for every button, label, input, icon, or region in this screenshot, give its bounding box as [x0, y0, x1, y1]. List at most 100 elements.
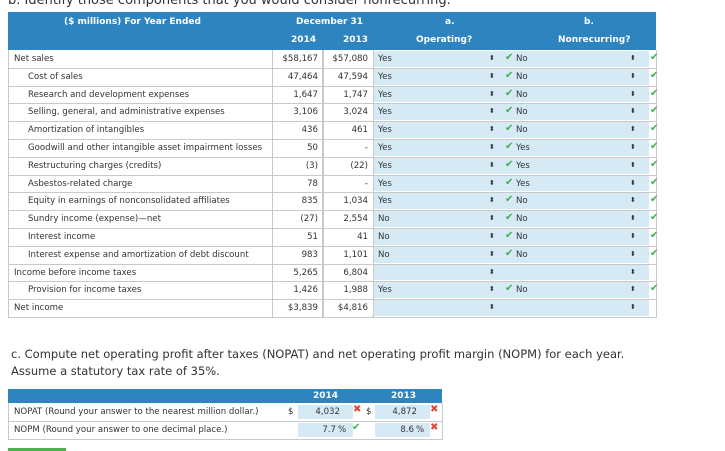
- correct-check-icon: ✔: [505, 176, 514, 188]
- correct-check-icon: ✔: [505, 141, 514, 152]
- nonrecurring-select[interactable]: [503, 264, 649, 281]
- row-label: Net sales: [14, 54, 54, 64]
- select-arrows-icon: ⬍: [630, 285, 636, 294]
- value-2014: 1,426: [293, 285, 318, 296]
- select-arrows-icon: ⬍: [489, 214, 495, 223]
- value-2013: $4,816: [337, 303, 368, 314]
- select-arrows-icon: ⬍: [489, 89, 495, 98]
- operating-select[interactable]: [374, 104, 503, 121]
- operating-select[interactable]: [374, 193, 503, 210]
- row-label: Sundry income (expense)—net: [28, 214, 161, 225]
- row-label: Asbestos-related charge: [28, 178, 133, 189]
- select-arrows-icon: ⬍: [489, 285, 495, 294]
- value-2013: 461: [351, 125, 368, 136]
- select-arrows-icon: ⬍: [489, 125, 495, 134]
- operating-select[interactable]: [374, 86, 503, 103]
- operating-select[interactable]: [374, 264, 503, 281]
- operating-select[interactable]: [374, 175, 503, 192]
- operating-select[interactable]: [374, 122, 503, 138]
- nopm-2014-pct: %: [338, 425, 347, 435]
- row-label: Net income: [14, 303, 64, 314]
- nonrecurring-value: No: [516, 71, 528, 82]
- select-arrows-icon: ⬍: [489, 249, 495, 258]
- correct-check-icon: ✔: [650, 194, 659, 206]
- operating-select[interactable]: [374, 140, 503, 156]
- value-2014: 983: [301, 249, 318, 260]
- correct-check-icon: ✔: [505, 212, 514, 224]
- operating-select[interactable]: [374, 300, 503, 316]
- select-arrows-icon: ⬍: [489, 54, 495, 62]
- value-2013: -: [364, 143, 368, 153]
- row-label: Interest income: [28, 232, 96, 242]
- correct-check-icon: ✔: [505, 87, 514, 99]
- correct-check-icon: ✔: [650, 123, 659, 135]
- value-2013: -: [364, 178, 368, 189]
- row-label: Amortization of intangibles: [28, 125, 145, 136]
- row-label: Provision for income taxes: [28, 285, 142, 296]
- correct-check-icon: ✔: [505, 283, 514, 295]
- select-arrows-icon: ⬍: [630, 125, 636, 134]
- value-2014: 78: [307, 178, 318, 189]
- operating-value: Yes: [378, 196, 392, 207]
- value-2014: 5,265: [293, 267, 318, 278]
- header-col-label: ($ millions) For Year Ended: [64, 17, 201, 27]
- correct-check-icon: ✔: [650, 247, 659, 259]
- operating-select[interactable]: [374, 211, 503, 227]
- nopat-2014-x-icon: ✖: [353, 404, 362, 415]
- operating-select[interactable]: [374, 282, 503, 299]
- header-col-b: b.: [584, 17, 594, 27]
- row-label: Equity in earnings of nonconsolidated af…: [28, 196, 230, 207]
- operating-select[interactable]: [374, 157, 503, 174]
- correct-check-icon: ✔: [505, 123, 514, 135]
- net-income-underline: [272, 316, 373, 318]
- correct-check-icon: ✔: [505, 230, 514, 241]
- nopm-2014-value: 7.7: [322, 425, 336, 435]
- value-2013: 47,594: [337, 71, 368, 82]
- nonrecurring-value: No: [516, 249, 528, 260]
- operating-select[interactable]: [374, 246, 503, 263]
- select-arrows-icon: ⬍: [630, 89, 636, 98]
- correct-check-icon: ✔: [650, 141, 659, 152]
- header-year2: 2013: [343, 35, 369, 45]
- nopat-2013-value: 4,872: [392, 407, 417, 417]
- select-arrows-icon: ⬍: [489, 107, 495, 116]
- value-2014: $58,167: [282, 54, 318, 64]
- select-arrows-icon: ⬍: [489, 178, 495, 187]
- value-2013: 2,554: [343, 214, 368, 225]
- select-arrows-icon: ⬍: [630, 249, 636, 258]
- nonrecurring-value: No: [516, 54, 528, 64]
- value-2013: 1,747: [343, 89, 368, 100]
- operating-value: Yes: [378, 89, 392, 100]
- value-2013: 6,804: [343, 267, 368, 278]
- correct-check-icon: ✔: [650, 212, 659, 224]
- operating-value: Yes: [378, 54, 392, 64]
- value-2013: 41: [357, 232, 368, 242]
- value-2014: (27): [300, 214, 318, 225]
- value-2014: 1,647: [293, 89, 318, 100]
- operating-select[interactable]: [374, 51, 503, 67]
- nopat-2013-x-icon: ✖: [430, 404, 439, 415]
- operating-value: No: [378, 249, 390, 260]
- nonrecurring-select[interactable]: [503, 300, 649, 316]
- correct-check-icon: ✔: [650, 105, 659, 117]
- operating-select[interactable]: [374, 229, 503, 245]
- operating-value: Yes: [378, 285, 392, 296]
- row-label: Restructuring charges (credits): [28, 160, 162, 171]
- correct-check-icon: ✔: [505, 247, 514, 259]
- correct-check-icon: ✔: [650, 69, 659, 81]
- nonrecurring-value: No: [516, 196, 528, 207]
- value-2013: 3,024: [343, 107, 368, 118]
- header-year1: 2014: [291, 35, 317, 45]
- value-2014: 436: [301, 125, 318, 136]
- table-header: ($ millions) For Year Ended December 31 …: [8, 12, 656, 50]
- nopat-dollar-2013: $: [366, 407, 372, 417]
- select-arrows-icon: ⬍: [489, 196, 495, 205]
- operating-select[interactable]: [374, 68, 503, 85]
- select-arrows-icon: ⬍: [489, 71, 495, 80]
- nopat-2014-value: 4,032: [315, 407, 340, 417]
- header-period: December 31: [296, 17, 364, 27]
- nopm-2013-x-icon: ✖: [430, 422, 439, 433]
- nonrecurring-value: Yes: [516, 178, 530, 189]
- header-col-a-sub: Operating?: [416, 35, 473, 45]
- value-2013: 1,034: [343, 196, 368, 207]
